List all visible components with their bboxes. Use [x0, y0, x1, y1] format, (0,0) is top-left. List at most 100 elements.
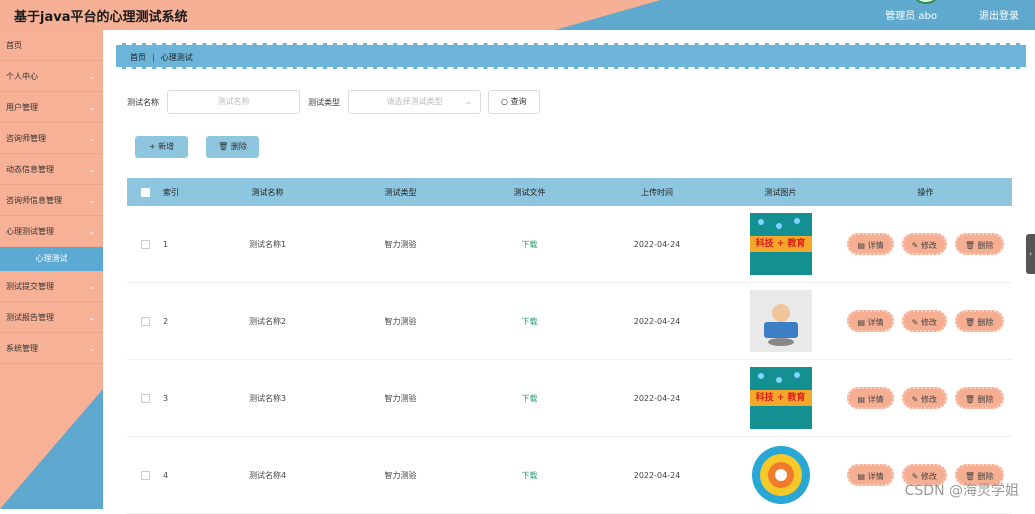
sidebar-subitem-psych-test[interactable]: 心理测试 [0, 247, 103, 271]
detail-button[interactable]: ▤ 详情 [847, 233, 894, 255]
app-title: 基于java平台的心理测试系统 [14, 10, 188, 25]
download-link[interactable]: 下载 [522, 394, 538, 403]
search-icon: ○ [501, 97, 508, 106]
chevron-down-icon: ⌄ [88, 72, 95, 81]
sidebar-item-submission-management[interactable]: 测试提交管理 ⌄ [0, 271, 103, 302]
table-row: 1 测试名称1 智力测验 下载 2022-04-24 科技 + 教育 ▤ 详情 … [127, 206, 1012, 283]
chevron-down-icon: ⌄ [465, 97, 472, 106]
download-link[interactable]: 下载 [522, 471, 538, 480]
sidebar-item-label: 系统管理 [6, 344, 38, 353]
edit-button[interactable]: ✎ 修改 [901, 233, 947, 255]
test-image-thumbnail[interactable]: 科技 + 教育 [749, 367, 812, 429]
add-button[interactable]: + 新增 [135, 136, 188, 158]
test-type-select[interactable]: 请选择测试类型 ⌄ [348, 90, 481, 114]
delete-button-label: 删除 [977, 318, 994, 327]
select-all-checkbox[interactable] [140, 187, 150, 197]
test-type-label: 测试类型 [308, 97, 340, 107]
query-button[interactable]: ○ 查询 [488, 90, 540, 114]
sidebar-item-user-management[interactable]: 用户管理 ⌄ [0, 92, 103, 123]
base-shape [767, 338, 794, 346]
delete-button[interactable]: 🗑 删除 [954, 387, 1004, 409]
edit-icon: ✎ [911, 241, 919, 250]
edit-icon: ✎ [911, 318, 919, 327]
detail-button-label: 详情 [867, 241, 884, 250]
breadcrumb-current: 心理测试 [160, 53, 193, 62]
sidebar-item-label: 测试报告管理 [6, 313, 54, 322]
row-time: 2022-04-24 [633, 316, 681, 326]
edit-button[interactable]: ✎ 修改 [901, 310, 947, 332]
edit-button-label: 修改 [920, 318, 937, 327]
row-type: 智力测验 [384, 239, 417, 249]
delete-button-label: 删除 [977, 241, 994, 250]
row-time: 2022-04-24 [633, 239, 681, 249]
sidebar-item-label: 个人中心 [6, 72, 38, 81]
download-link[interactable]: 下载 [522, 240, 538, 249]
sidebar: 首页 个人中心 ⌄ 用户管理 ⌄ 咨询师管理 ⌄ 动态信息管理 ⌄ 咨询师信息管理 ⌄ 心… [0, 30, 103, 509]
sidebar-item-counselor-info[interactable]: 咨询师信息管理 ⌄ [0, 185, 103, 216]
sidebar-item-label: 咨询师管理 [6, 134, 46, 143]
row-checkbox[interactable] [140, 239, 150, 249]
column-header-name: 测试名称 [251, 187, 284, 197]
chevron-down-icon: ⌄ [88, 227, 95, 236]
detail-button[interactable]: ▤ 详情 [847, 464, 894, 486]
detail-button[interactable]: ▤ 详情 [847, 387, 894, 409]
row-index: 2 [163, 316, 169, 326]
trash-icon: 🗑 [964, 318, 975, 327]
row-checkbox[interactable] [140, 470, 150, 480]
row-index: 4 [163, 470, 169, 480]
chevron-down-icon: ⌄ [88, 313, 95, 322]
test-image-thumbnail[interactable] [749, 290, 812, 352]
query-button-label: 查询 [510, 97, 527, 106]
row-type: 智力测验 [384, 316, 417, 326]
delete-button[interactable]: 🗑 删除 [954, 233, 1004, 255]
row-checkbox[interactable] [140, 393, 150, 403]
sidebar-item-test-management[interactable]: 心理测试管理 ⌄ [0, 216, 103, 247]
row-index: 1 [163, 239, 169, 249]
edit-button[interactable]: ✎ 修改 [901, 387, 947, 409]
row-time: 2022-04-24 [633, 470, 681, 480]
side-drawer-toggle[interactable]: ‹ [1026, 234, 1035, 274]
column-header-image: 测试图片 [764, 187, 797, 197]
thumbnail-banner: 科技 + 教育 [749, 390, 812, 406]
top-header: 基于java平台的心理测试系统 管理员 abo 退出登录 [0, 0, 1035, 30]
row-name: 测试名称4 [248, 470, 287, 480]
breadcrumb-home[interactable]: 首页 [130, 53, 146, 62]
detail-button-label: 详情 [867, 472, 884, 481]
sidebar-item-news-management[interactable]: 动态信息管理 ⌄ [0, 154, 103, 185]
test-table: 索引 测试名称 测试类型 测试文件 上传时间 测试图片 操作 1 测试名称1 智… [127, 178, 1012, 514]
sidebar-item-counselor-management[interactable]: 咨询师管理 ⌄ [0, 123, 103, 154]
detail-button-label: 详情 [867, 395, 884, 404]
table-header: 索引 测试名称 测试类型 测试文件 上传时间 测试图片 操作 [127, 178, 1012, 206]
test-name-input[interactable]: 测试名称 [167, 90, 300, 114]
logout-button[interactable]: 退出登录 [979, 7, 1019, 22]
sidebar-item-report-management[interactable]: 测试报告管理 ⌄ [0, 302, 103, 333]
sidebar-item-system-management[interactable]: 系统管理 ⌄ [0, 333, 103, 364]
table-row: 4 测试名称4 智力测验 下载 2022-04-24 ▤ 详情 ✎ 修改 🗑 删… [127, 437, 1012, 514]
test-image-thumbnail[interactable] [749, 444, 812, 506]
column-header-time: 上传时间 [641, 187, 673, 197]
detail-button[interactable]: ▤ 详情 [847, 310, 894, 332]
column-header-index: 索引 [163, 187, 179, 197]
breadcrumb-separator: | [152, 53, 155, 62]
delete-button-label: 删除 [977, 395, 994, 404]
table-row: 3 测试名称3 智力测验 下载 2022-04-24 科技 + 教育 ▤ 详情 … [127, 360, 1012, 437]
breadcrumb: 首页 | 心理测试 [116, 43, 1026, 69]
trash-icon: 🗑 [964, 395, 975, 404]
sidebar-item-label: 首页 [6, 41, 22, 50]
chevron-down-icon: ⌄ [88, 134, 95, 143]
table-row: 2 测试名称2 智力测验 下载 2022-04-24 ▤ 详情 ✎ 修改 🗑 删… [127, 283, 1012, 360]
row-name: 测试名称1 [248, 239, 287, 249]
row-checkbox[interactable] [140, 316, 150, 326]
chevron-down-icon: ⌄ [88, 196, 95, 205]
download-link[interactable]: 下载 [522, 317, 538, 326]
batch-delete-button[interactable]: 🗑 删除 [206, 136, 259, 158]
test-image-thumbnail[interactable]: 科技 + 教育 [749, 213, 812, 275]
chevron-down-icon: ⌄ [88, 282, 95, 291]
edit-button-label: 修改 [920, 395, 937, 404]
batch-delete-label: 删除 [230, 142, 247, 151]
sidebar-item-personal-center[interactable]: 个人中心 ⌄ [0, 61, 103, 92]
sidebar-item-home[interactable]: 首页 [0, 30, 103, 61]
detail-icon: ▤ [857, 395, 866, 404]
delete-button[interactable]: 🗑 删除 [954, 310, 1004, 332]
sidebar-item-label: 心理测试管理 [6, 227, 54, 236]
